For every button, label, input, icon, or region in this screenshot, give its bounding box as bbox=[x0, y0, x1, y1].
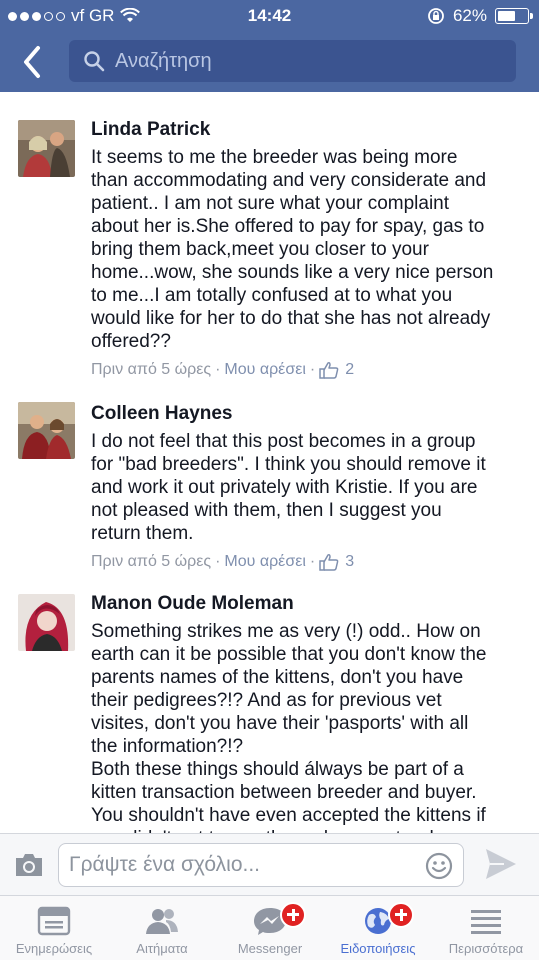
search-icon bbox=[84, 51, 105, 72]
tab-messenger[interactable]: Messenger bbox=[216, 896, 324, 960]
meta-separator: · bbox=[215, 361, 221, 378]
like-link[interactable]: Μου αρέσει bbox=[224, 553, 305, 571]
comment-author[interactable]: Manon Oude Moleman bbox=[91, 592, 523, 616]
notification-badge bbox=[280, 902, 306, 928]
comment-timestamp: Πριν από 5 ώρες bbox=[91, 553, 212, 570]
comment-timestamp: Πριν από 5 ώρες bbox=[91, 361, 212, 378]
like-link[interactable]: Μου αρέσει bbox=[224, 361, 305, 379]
comment-meta: Πριν από 5 ώρες · Μου αρέσει · 3 bbox=[91, 553, 523, 571]
comment-text: It seems to me the breeder was being mor… bbox=[91, 147, 494, 352]
comment-text: I do not feel that this post becomes in … bbox=[91, 431, 486, 544]
comment-text: Something strikes me as very (!) odd.. H… bbox=[91, 621, 487, 833]
camera-icon[interactable] bbox=[14, 852, 44, 878]
tab-notifications[interactable]: Ειδοποιήσεις bbox=[324, 896, 432, 960]
comment-body: Manon Oude Moleman Something strikes me … bbox=[91, 592, 523, 833]
tab-label: Ενημερώσεις bbox=[15, 941, 93, 956]
meta-separator: · bbox=[215, 553, 221, 570]
notification-badge bbox=[388, 902, 414, 928]
emoji-icon[interactable] bbox=[425, 852, 453, 880]
tab-label: Messenger bbox=[237, 941, 303, 956]
tab-requests[interactable]: Αιτήματα bbox=[108, 896, 216, 960]
thumbs-up-icon[interactable] bbox=[319, 361, 339, 379]
tab-more[interactable]: Περισσότερα bbox=[432, 896, 539, 960]
comment-input-box[interactable] bbox=[58, 843, 464, 887]
comment-body: Linda Patrick It seems to me the breeder… bbox=[91, 118, 523, 379]
status-right: 62% bbox=[427, 6, 533, 26]
battery-percent: 62% bbox=[452, 6, 487, 25]
comment-input[interactable] bbox=[69, 853, 409, 877]
send-icon[interactable] bbox=[484, 846, 518, 882]
meta-separator: · bbox=[309, 553, 316, 570]
rotation-lock-icon bbox=[428, 8, 444, 24]
comment-meta: Πριν από 5 ώρες · Μου αρέσει · 2 bbox=[91, 361, 523, 379]
status-bar: vf GR 14:42 62% bbox=[0, 0, 539, 32]
avatar[interactable] bbox=[18, 402, 75, 459]
tab-label: Αιτήματα bbox=[136, 941, 188, 956]
menu-icon bbox=[471, 910, 501, 934]
top-bar: vf GR 14:42 62% bbox=[0, 0, 539, 92]
back-chevron-icon[interactable] bbox=[16, 42, 50, 82]
comments-list: Linda Patrick It seems to me the breeder… bbox=[0, 92, 539, 833]
avatar[interactable] bbox=[18, 120, 75, 177]
comment-body: Colleen Haynes I do not feel that this p… bbox=[91, 402, 523, 571]
like-count[interactable]: 3 bbox=[345, 553, 354, 571]
comment-composer bbox=[0, 833, 539, 895]
comment-author[interactable]: Colleen Haynes bbox=[91, 402, 523, 426]
thumbs-up-icon[interactable] bbox=[319, 553, 339, 571]
avatar[interactable] bbox=[18, 594, 75, 651]
tab-label: Περισσότερα bbox=[448, 941, 524, 956]
tab-news-feed[interactable]: Ενημερώσεις bbox=[0, 896, 108, 960]
meta-separator: · bbox=[309, 361, 316, 378]
tab-bar: Ενημερώσεις Αιτήματα Messenger Ειδοποιήσ… bbox=[0, 895, 539, 960]
search-input[interactable] bbox=[115, 49, 495, 73]
battery-icon bbox=[495, 8, 533, 24]
tab-label: Ειδοποιήσεις bbox=[340, 941, 416, 956]
comment-author[interactable]: Linda Patrick bbox=[91, 118, 523, 142]
news-feed-icon bbox=[37, 906, 71, 936]
search-bar[interactable] bbox=[69, 40, 516, 82]
like-count[interactable]: 2 bbox=[345, 361, 354, 379]
friend-requests-icon bbox=[146, 909, 178, 934]
